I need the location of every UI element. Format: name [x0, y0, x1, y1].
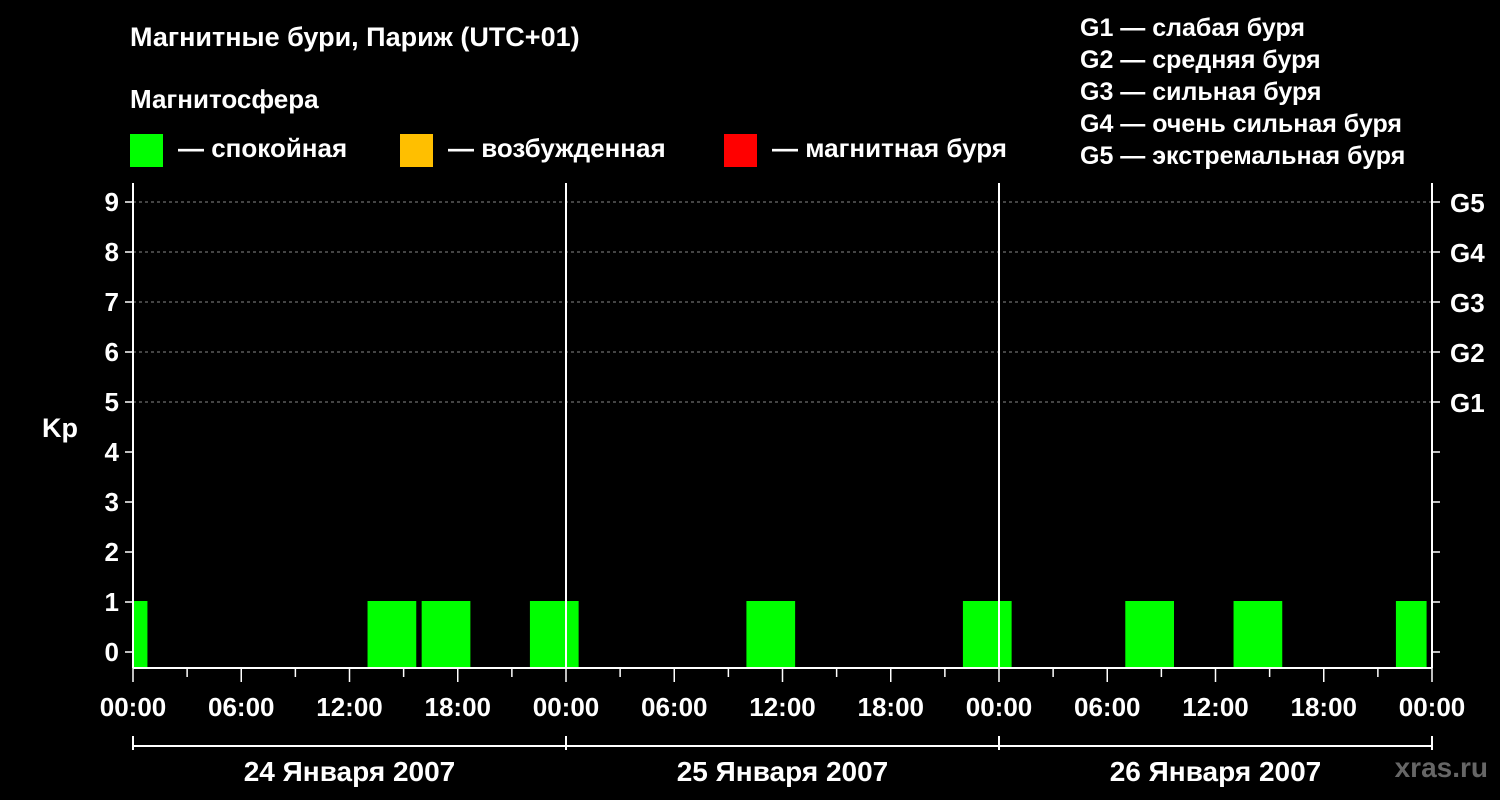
- storm-level-label: G3: [1450, 288, 1485, 318]
- kp-bar: [1395, 601, 1427, 668]
- y-tick-label: 4: [105, 437, 120, 467]
- site-watermark: xras.ru: [1394, 752, 1488, 783]
- storm-level-label: G4: [1450, 238, 1485, 268]
- kp-chart: 0 1 2 3 4 5 6 7 8 9 G1 G2 G3 G4 G5 Kp 00:00 06:00 12:00 18:…: [42, 183, 1485, 787]
- y-tick-label: 1: [105, 587, 119, 617]
- day-label: 24 Января 2007: [244, 756, 456, 787]
- x-tick-label: 00:00: [966, 692, 1033, 722]
- x-tick-label: 12:00: [749, 692, 816, 722]
- day-label: 25 Января 2007: [677, 756, 889, 787]
- storm-level-label: G2: [1450, 338, 1485, 368]
- kp-bar: [962, 601, 1012, 668]
- x-tick-label: 06:00: [641, 692, 708, 722]
- x-tick-label: 00:00: [100, 692, 167, 722]
- y-tick-label: 9: [105, 187, 119, 217]
- storm-level-label: G5: [1450, 188, 1485, 218]
- x-tick-label: 18:00: [1291, 692, 1358, 722]
- y-tick-label: 0: [105, 637, 119, 667]
- kp-bar: [529, 601, 579, 668]
- y-tick-label: 7: [105, 287, 119, 317]
- x-tick-label: 00:00: [533, 692, 600, 722]
- kp-bar: [1233, 601, 1283, 668]
- kp-bar: [367, 601, 417, 668]
- kp-bar: [746, 601, 796, 668]
- x-tick-label: 18:00: [858, 692, 925, 722]
- kp-bar: [133, 601, 148, 668]
- x-tick-label: 12:00: [1182, 692, 1249, 722]
- x-tick-label: 06:00: [208, 692, 275, 722]
- y-tick-label: 8: [105, 237, 119, 267]
- kp-bar: [1125, 601, 1175, 668]
- y-tick-label: 6: [105, 337, 119, 367]
- x-tick-label: 00:00: [1399, 692, 1466, 722]
- y-axis-label: Kp: [42, 413, 78, 443]
- day-label: 26 Января 2007: [1110, 756, 1322, 787]
- y-tick-label: 2: [105, 537, 119, 567]
- y-tick-label: 3: [105, 487, 119, 517]
- y-tick-label: 5: [105, 387, 119, 417]
- x-tick-label: 18:00: [425, 692, 492, 722]
- storm-level-label: G1: [1450, 388, 1485, 418]
- kp-bar: [421, 601, 471, 668]
- x-tick-label: 06:00: [1074, 692, 1141, 722]
- x-tick-label: 12:00: [316, 692, 383, 722]
